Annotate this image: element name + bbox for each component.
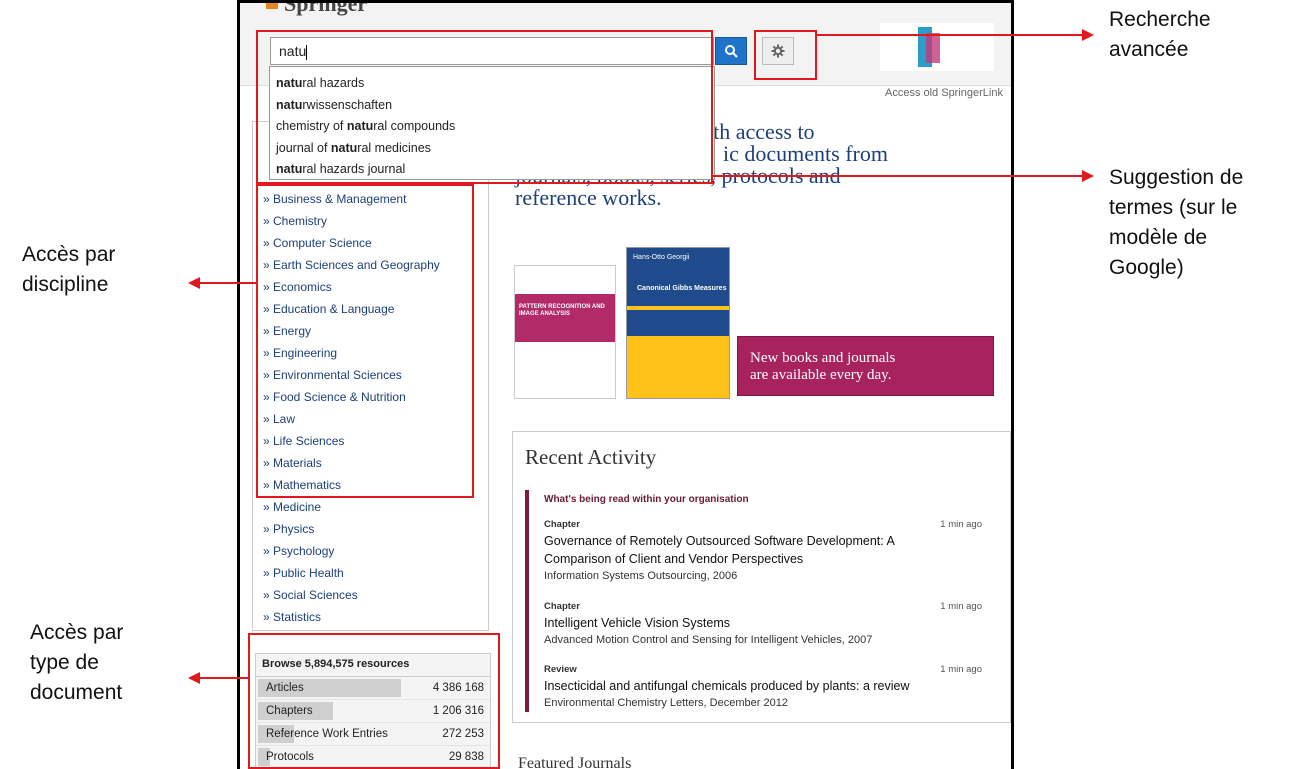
arrow-line-discipline: [200, 282, 256, 284]
promo-line-1: New books and journals: [750, 350, 896, 366]
activity-title-link[interactable]: Intelligent Vehicle Vision Systems: [544, 614, 924, 632]
activity-item: Review 1 min ago Insecticidal and antifu…: [544, 664, 984, 711]
activity-source: Information Systems Outsourcing, 2006: [544, 570, 738, 582]
highlight-advanced-search: [754, 30, 817, 80]
cover-band: PATTERN RECOGNITION AND IMAGE ANALYSIS: [515, 294, 615, 342]
cover-band: Hans-Otto Georgii Canonical Gibbs Measur…: [627, 248, 729, 306]
annotation-suggestion: Suggestion de termes (sur le modèle de G…: [1109, 166, 1244, 279]
annotation-discipline: Accès par discipline: [22, 243, 116, 296]
annotation-advanced-search: Recherche avancée: [1109, 8, 1211, 61]
activity-title-link[interactable]: Insecticidal and antifungal chemicals pr…: [544, 677, 984, 695]
arrow-left-icon: [188, 672, 200, 684]
activity-source: Advanced Motion Control and Sensing for …: [544, 634, 873, 646]
activity-time: 1 min ago: [940, 601, 982, 612]
discipline-link[interactable]: » Physics: [263, 518, 440, 540]
new-books-banner[interactable]: New books and journals are available eve…: [737, 336, 994, 396]
discipline-link[interactable]: » Statistics: [263, 606, 440, 628]
activity-kind: Review: [544, 664, 577, 675]
tagline-line-4: reference works.: [515, 185, 662, 210]
arrow-right-icon: [1082, 29, 1094, 41]
activity-item: Chapter 1 min ago Intelligent Vehicle Vi…: [544, 601, 984, 648]
discipline-link[interactable]: » Social Sciences: [263, 584, 440, 606]
activity-time: 1 min ago: [940, 664, 982, 675]
search-button[interactable]: [715, 37, 747, 65]
access-old-link[interactable]: Access old SpringerLink: [885, 87, 1003, 99]
organisation-note: What's being read within your organisati…: [544, 494, 749, 505]
highlight-suggestions: [256, 30, 713, 184]
discipline-link[interactable]: » Medicine: [263, 496, 440, 518]
activity-title-link[interactable]: Governance of Remotely Outsourced Softwa…: [544, 532, 924, 568]
arrow-line-suggestion: [713, 175, 1082, 177]
springer-logo-icon[interactable]: [266, 3, 278, 9]
search-icon: [725, 45, 738, 58]
promo-line-2: are available every day.: [750, 367, 892, 383]
recent-activity-bar: [525, 490, 529, 712]
book-cover-pattern-recognition[interactable]: PATTERN RECOGNITION AND IMAGE ANALYSIS: [514, 265, 616, 399]
highlight-document-types: [248, 633, 500, 769]
book-cover-canonical-gibbs[interactable]: Hans-Otto Georgii Canonical Gibbs Measur…: [626, 247, 730, 399]
activity-time: 1 min ago: [940, 519, 982, 530]
arrow-left-icon: [188, 277, 200, 289]
tagline-line-2: ic documents from: [723, 141, 888, 166]
cover1-title: PATTERN RECOGNITION AND IMAGE ANALYSIS: [519, 304, 605, 317]
arrow-line-advanced: [817, 34, 1082, 36]
cover2-title: Canonical Gibbs Measures: [637, 285, 727, 292]
activity-item: Chapter 1 min ago Governance of Remotely…: [544, 519, 984, 584]
springer-logo-text[interactable]: Springer: [284, 3, 367, 17]
activity-kind: Chapter: [544, 519, 580, 530]
cover2-author: Hans-Otto Georgii: [633, 254, 690, 261]
arrow-line-doctype: [200, 677, 248, 679]
university-logo-icon: [918, 27, 940, 67]
university-logo: [880, 23, 994, 71]
highlight-disciplines: [256, 184, 474, 498]
discipline-link[interactable]: » Public Health: [263, 562, 440, 584]
discipline-link[interactable]: » Psychology: [263, 540, 440, 562]
featured-journals-title: Featured Journals: [518, 755, 632, 769]
cover-band-2: [627, 310, 729, 336]
annotation-doctype: Accès par type de document: [30, 621, 124, 704]
activity-source: Environmental Chemistry Letters, Decembe…: [544, 697, 788, 709]
recent-activity-title: Recent Activity: [525, 445, 657, 469]
activity-kind: Chapter: [544, 601, 580, 612]
arrow-right-icon: [1082, 170, 1094, 182]
